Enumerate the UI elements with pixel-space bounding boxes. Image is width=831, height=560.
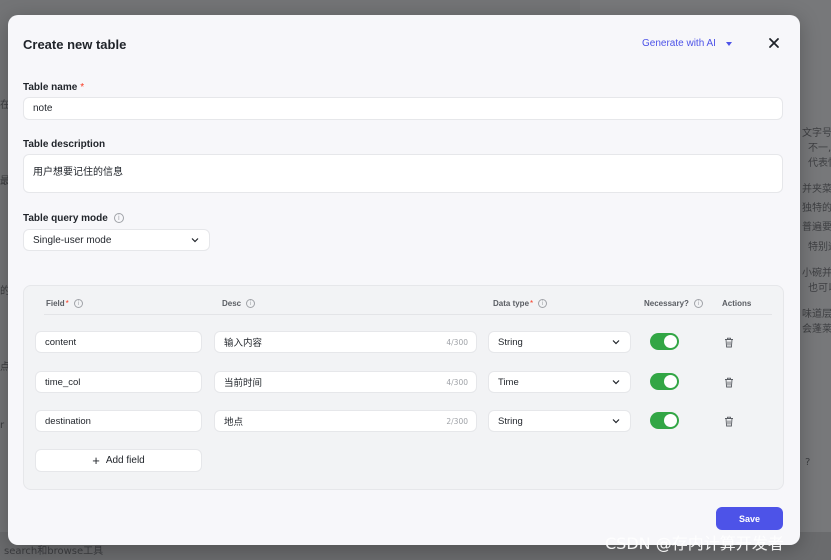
table-name-input[interactable]: note: [23, 97, 783, 120]
create-table-dialog: Create new table Generate with AI Table …: [8, 15, 800, 545]
data-type-select[interactable]: Time: [488, 371, 631, 393]
generate-with-ai-button[interactable]: Generate with AI: [642, 38, 732, 49]
table-name-value: note: [33, 103, 53, 114]
field-desc-input[interactable]: 当前时间 4/300: [214, 371, 477, 393]
header-data-type: Data type * i: [493, 299, 548, 308]
plus-icon: +: [92, 452, 100, 468]
save-button[interactable]: Save: [716, 507, 783, 530]
bg-text: 普遍要求: [802, 222, 831, 233]
required-mark: *: [80, 82, 85, 93]
query-mode-value: Single-user mode: [33, 234, 112, 246]
bg-text: 味道层: [802, 309, 831, 320]
generate-with-ai-label: Generate with AI: [642, 38, 716, 49]
field-desc-input[interactable]: 地点 2/300: [214, 410, 477, 432]
trash-icon[interactable]: [724, 377, 734, 388]
dialog-title: Create new table: [23, 37, 127, 52]
toggle-knob: [664, 335, 677, 348]
bg-text: 不一,: [808, 143, 831, 154]
fields-table: Field * i Desc i Data type * i Necessary? …: [23, 285, 784, 490]
data-type-select[interactable]: String: [488, 331, 631, 353]
add-field-button[interactable]: + Add field: [35, 449, 202, 472]
char-counter: 4/300: [446, 337, 468, 347]
bg-text: 独特的味: [802, 203, 831, 214]
bg-left-text: r: [0, 420, 5, 431]
info-icon[interactable]: i: [693, 299, 703, 308]
field-name-input[interactable]: time_col: [35, 371, 202, 393]
trash-icon[interactable]: [724, 337, 734, 348]
required-mark: *: [530, 299, 534, 308]
necessary-toggle[interactable]: [650, 412, 679, 429]
necessary-toggle[interactable]: [650, 373, 679, 390]
close-icon[interactable]: [766, 35, 782, 51]
query-mode-label: Table query mode i: [23, 213, 124, 224]
query-mode-select[interactable]: Single-user mode: [23, 229, 210, 251]
info-icon[interactable]: i: [538, 299, 548, 308]
bg-chat-hint: ?: [805, 457, 811, 468]
watermark: CSDN @存内计算开发者: [605, 534, 784, 553]
field-name-input[interactable]: destination: [35, 410, 202, 432]
add-field-label: Add field: [105, 455, 145, 466]
table-description-value: 用户想要记住的信息: [33, 167, 123, 178]
bg-text: 会蓬莱春: [802, 324, 831, 335]
chevron-down-icon: [612, 340, 620, 345]
char-counter: 4/300: [446, 377, 468, 387]
data-type-select[interactable]: String: [488, 410, 631, 432]
toggle-knob: [664, 375, 677, 388]
table-description-input[interactable]: 用户想要记住的信息: [23, 154, 783, 193]
bg-text: 也可以: [808, 283, 831, 294]
field-name-input[interactable]: content: [35, 331, 202, 353]
bg-text: 文字号,: [802, 128, 831, 139]
char-counter: 2/300: [446, 416, 468, 426]
table-name-label: Table name *: [23, 82, 85, 93]
chevron-down-icon: [612, 419, 620, 424]
info-icon[interactable]: i: [246, 299, 256, 308]
trash-icon[interactable]: [724, 416, 734, 427]
bg-text: 代表性: [808, 158, 831, 169]
chevron-down-icon: [612, 380, 620, 385]
header-necessary: Necessary? i: [644, 299, 703, 308]
info-icon[interactable]: i: [73, 299, 83, 308]
header-desc: Desc i: [222, 299, 256, 308]
field-desc-input[interactable]: 输入内容 4/300: [214, 331, 477, 353]
header-divider: [44, 314, 772, 315]
caret-down-icon: [725, 41, 732, 46]
chevron-down-icon: [191, 238, 199, 243]
info-icon[interactable]: i: [113, 213, 124, 224]
header-field: Field * i: [46, 299, 83, 308]
header-actions: Actions: [722, 299, 752, 308]
bg-text: 并夹菜品: [802, 184, 831, 195]
bg-text: 特别适: [808, 242, 831, 253]
required-mark: *: [65, 299, 69, 308]
toggle-knob: [664, 414, 677, 427]
necessary-toggle[interactable]: [650, 333, 679, 350]
bg-text: 小碗并: [802, 268, 831, 279]
table-description-label: Table description: [23, 139, 106, 150]
